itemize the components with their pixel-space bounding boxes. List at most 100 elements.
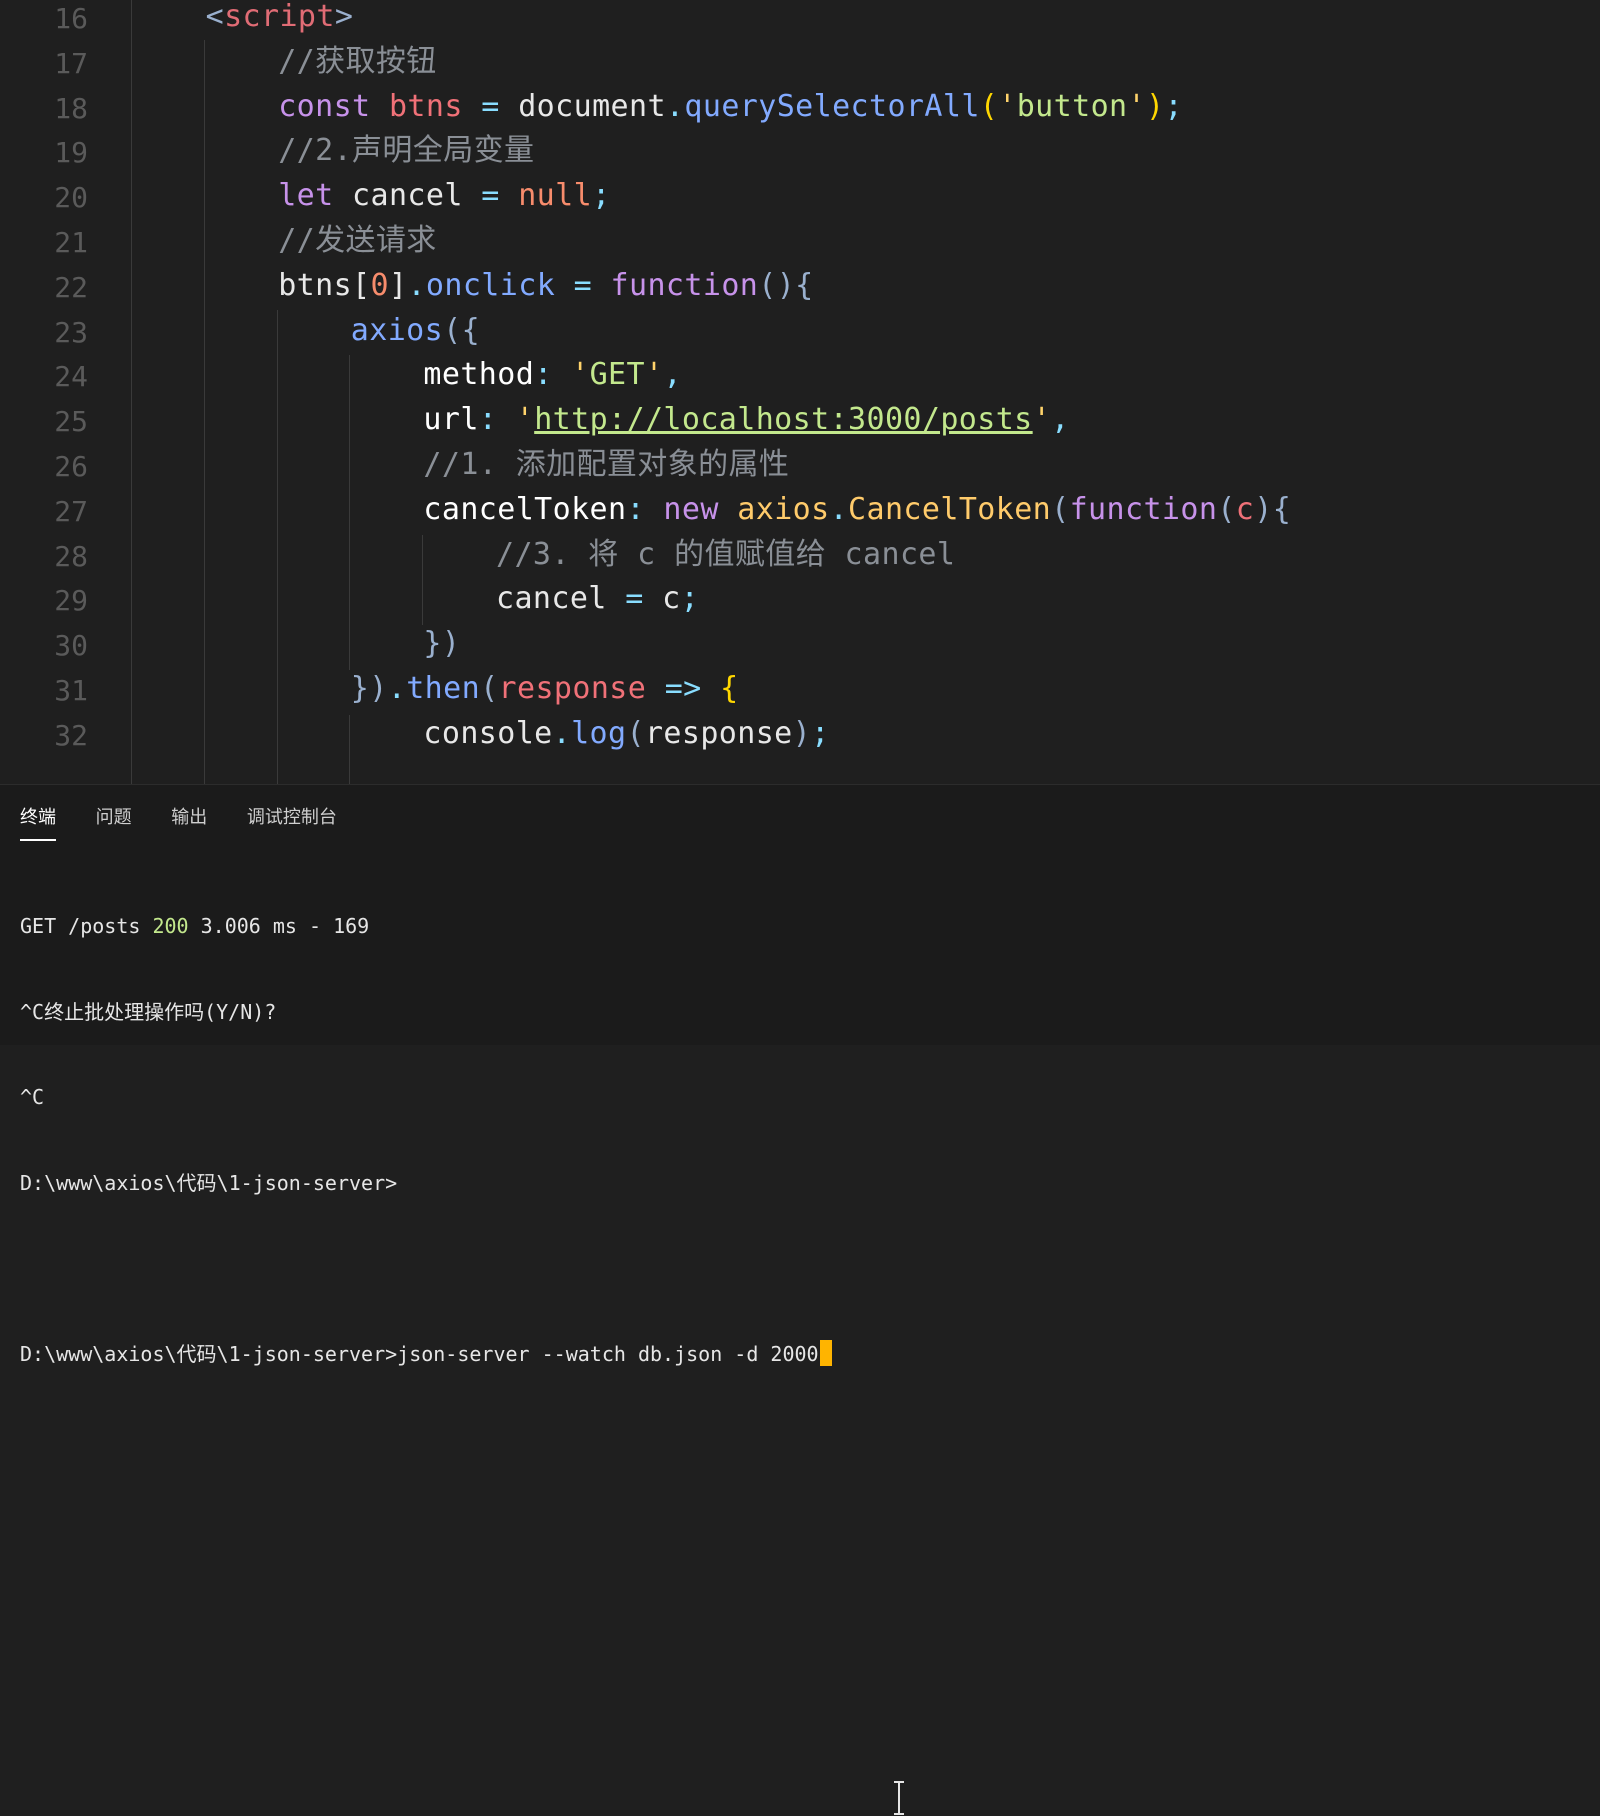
- code-token: ;: [592, 178, 611, 214]
- code-token: //获取按钮: [278, 43, 437, 79]
- indent-guide: [422, 535, 423, 625]
- code-token: method: [423, 357, 535, 393]
- code-token: .: [407, 267, 426, 303]
- indent-guide: [131, 0, 132, 784]
- code-token: //发送请求: [278, 223, 437, 258]
- code-token: http://localhost:3000/posts: [534, 402, 1033, 438]
- code-token: c: [662, 581, 681, 617]
- code-token: ': [644, 357, 664, 393]
- code-line: 26 //1. 添加配置对象的属性: [0, 445, 1600, 491]
- code-token: null: [518, 178, 593, 214]
- code-token: }): [423, 626, 461, 662]
- code-token: cancel: [352, 178, 463, 214]
- code-token: querySelectorAll: [684, 88, 980, 124]
- code-token: onclick: [425, 267, 556, 303]
- line-number: 19: [54, 136, 88, 170]
- code-token: response: [498, 671, 647, 706]
- code-content: btns[0].onclick = function(){: [278, 266, 813, 306]
- line-number: 22: [54, 270, 88, 304]
- code-token: >: [334, 0, 354, 34]
- code-token: ,: [1051, 402, 1070, 438]
- code-content: <script>: [206, 0, 354, 37]
- terminal-text: 3.006 ms - 169: [188, 914, 370, 938]
- code-content: axios({: [351, 311, 480, 351]
- code-line: 22 btns[0].onclick = function(){: [0, 266, 1600, 312]
- code-token: ': [1127, 88, 1146, 124]
- code-token: cancel: [496, 581, 607, 617]
- terminal-command: D:\www\axios\代码\1-json-server>json-serve…: [20, 1341, 819, 1366]
- line-number: 17: [54, 46, 88, 80]
- code-token: cancelToken: [423, 491, 627, 527]
- tab-problems[interactable]: 问题: [96, 803, 132, 837]
- code-line: 16 <script>: [0, 0, 1600, 43]
- line-number: 16: [54, 2, 88, 35]
- code-line: 18 const btns = document.querySelectorAll…: [0, 87, 1600, 133]
- code-content: //获取按钮: [278, 42, 437, 82]
- code-token: new: [663, 491, 738, 527]
- code-content: //1. 添加配置对象的属性: [423, 445, 789, 485]
- code-token: .: [387, 671, 407, 706]
- code-token: btns: [278, 267, 353, 303]
- code-token: btns: [388, 88, 463, 124]
- code-content: //2.声明全局变量: [278, 131, 534, 171]
- code-token: c: [1235, 491, 1255, 527]
- code-token: 0: [370, 267, 389, 303]
- line-number: 27: [54, 494, 88, 528]
- code-token: then: [406, 671, 481, 706]
- code-line: 19 //2.声明全局变量: [0, 131, 1600, 177]
- terminal-output[interactable]: GET /posts 200 3.006 ms - 169 ^C终止批处理操作吗…: [20, 855, 1580, 1425]
- code-line: 21 //发送请求: [0, 221, 1600, 267]
- code-token: GET: [589, 357, 645, 393]
- code-line: 20 let cancel = null;: [0, 176, 1600, 222]
- code-editor[interactable]: 16 <script> 17 //获取按钮 18 const btns = documen…: [0, 0, 1600, 784]
- terminal-text: GET /posts: [20, 914, 153, 938]
- line-number: 30: [54, 629, 88, 663]
- code-content: cancelToken: new axios.CancelToken(funct…: [423, 490, 1291, 530]
- indent-guide: [204, 40, 205, 784]
- line-number: 20: [54, 181, 88, 215]
- code-token: ){: [1254, 491, 1292, 527]
- indent-guide: [277, 310, 278, 784]
- code-token: ,: [663, 357, 682, 393]
- code-line: 32 console.log(response);: [0, 714, 1600, 760]
- panel-tabs: 终端 问题 输出 调试控制台: [20, 803, 367, 841]
- code-token: [: [352, 267, 371, 303]
- code-token: (: [1217, 491, 1236, 527]
- code-token: :: [626, 491, 664, 527]
- code-line: 30}): [0, 624, 1600, 670]
- code-token: ;: [1164, 88, 1183, 124]
- tab-debug-console[interactable]: 调试控制台: [247, 803, 337, 837]
- code-token: :: [534, 357, 572, 393]
- code-token: CancelToken: [848, 491, 1052, 527]
- code-token: const: [278, 88, 389, 124]
- line-number: 25: [54, 405, 88, 439]
- http-status: 200: [152, 914, 189, 938]
- code-content: method: 'GET',: [423, 355, 682, 395]
- code-token: (: [626, 715, 645, 751]
- code-line: 27 cancelToken: new axios.CancelToken(fun…: [0, 490, 1600, 536]
- code-content: //发送请求: [278, 221, 437, 261]
- line-number: 31: [54, 674, 88, 707]
- code-token: function: [610, 267, 759, 303]
- code-token: //1. 添加配置对象的属性: [423, 447, 790, 482]
- tab-output[interactable]: 输出: [171, 803, 207, 837]
- line-number: 29: [54, 584, 88, 618]
- code-token: ': [571, 357, 590, 393]
- code-token: =: [462, 88, 519, 124]
- terminal-line: D:\www\axios\代码\1-json-server>: [20, 1170, 398, 1195]
- code-token: ': [998, 88, 1017, 124]
- text-cursor-icon: [894, 1781, 904, 1815]
- indent-guide: [349, 715, 350, 784]
- code-token: ': [1032, 402, 1052, 438]
- code-token: document: [518, 88, 666, 124]
- tab-terminal[interactable]: 终端: [20, 803, 56, 841]
- code-token: =: [606, 581, 663, 617]
- code-token: ): [1145, 88, 1165, 124]
- code-token: .: [552, 715, 572, 751]
- code-token: .: [665, 88, 685, 124]
- terminal-command-line[interactable]: D:\www\axios\代码\1-json-server>json-serve…: [20, 1339, 1580, 1369]
- code-token: (){: [758, 267, 814, 303]
- code-token: ': [515, 402, 535, 438]
- code-token: let: [278, 178, 353, 214]
- code-token: response: [644, 715, 793, 751]
